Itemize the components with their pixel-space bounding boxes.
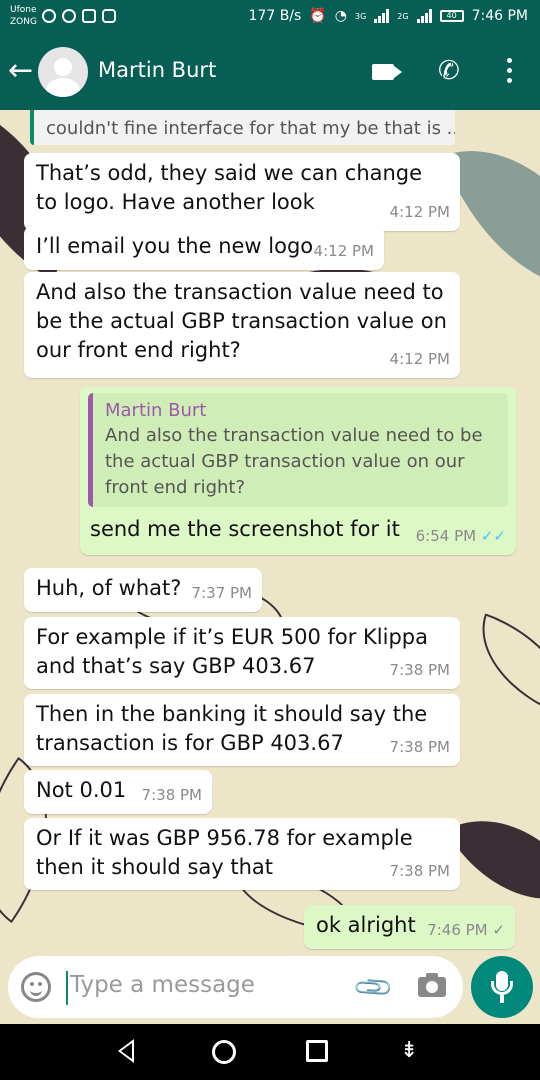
- alarm-icon: ⏰: [309, 8, 327, 24]
- message-time: 7:38 PM: [389, 661, 450, 679]
- chat-area[interactable]: couldn't fine interface for that my be t…: [0, 110, 540, 1024]
- more-vert-icon[interactable]: [500, 56, 518, 86]
- message-incoming[interactable]: Or If it was GBP 956.78 for example then…: [24, 818, 460, 890]
- double-check-read-icon: ✓✓: [480, 527, 506, 545]
- message-time: 7:38 PM: [141, 786, 202, 804]
- attach-icon[interactable]: 📎: [352, 966, 396, 1010]
- video-call-icon[interactable]: [372, 64, 394, 80]
- avatar[interactable]: [38, 47, 88, 97]
- status-right: 177 B/s ⏰ ◔ 3G 2G 40 7:46 PM: [249, 8, 528, 24]
- wallpaper-leaf: [461, 613, 540, 717]
- instagram-icon: [102, 9, 116, 23]
- nav-recents-icon[interactable]: [306, 1040, 328, 1062]
- message-text: And also the transaction value need to b…: [36, 280, 447, 362]
- message-time: 7:37 PM: [191, 584, 252, 602]
- message-input[interactable]: Type a message: [70, 972, 255, 998]
- nav-home-icon[interactable]: [212, 1040, 236, 1064]
- text-cursor: [66, 971, 68, 1005]
- network-type-1: 3G: [354, 11, 367, 21]
- nav-notifications-down-icon[interactable]: ⇟: [400, 1038, 418, 1063]
- message-outgoing[interactable]: ok alright 7:46 PM ✓: [304, 905, 515, 949]
- message-incoming[interactable]: And also the transaction value need to b…: [24, 272, 460, 378]
- message-incoming[interactable]: Huh, of what? 7:37 PM: [24, 568, 262, 612]
- phone-icon[interactable]: ✆: [438, 56, 460, 86]
- back-arrow-icon[interactable]: ←: [8, 56, 33, 86]
- wifi-icon: ◔: [334, 8, 347, 24]
- message-text: Then in the banking it should say the tr…: [36, 702, 428, 755]
- message-time: 7:38 PM: [389, 738, 450, 756]
- camera-icon[interactable]: [418, 973, 446, 997]
- quoted-sender: Martin Burt: [105, 400, 207, 421]
- message-incoming[interactable]: I’ll email you the new logo 4:12 PM: [24, 226, 384, 270]
- network-speed: 177 B/s: [248, 8, 302, 24]
- carrier-labels: Ufone ZONG: [10, 4, 37, 28]
- message-time: 4:12 PM: [389, 203, 450, 221]
- quoted-reply[interactable]: Martin Burt And also the transaction val…: [88, 393, 508, 507]
- message-text: That’s odd, they said we can change to l…: [36, 161, 423, 214]
- single-check-sent-icon: ✓: [492, 921, 505, 939]
- signal-icon: [374, 9, 390, 23]
- message-incoming[interactable]: Not 0.01 7:38 PM: [24, 770, 212, 814]
- emoji-icon[interactable]: [21, 972, 51, 1002]
- status-bar: Ufone ZONG 177 B/s ⏰ ◔ 3G 2G 40 7:46 PM: [0, 0, 540, 34]
- nav-back-icon[interactable]: [118, 1039, 134, 1063]
- voicemail-icon: [82, 9, 96, 23]
- chat-header: ← Martin Burt ✆: [0, 34, 540, 110]
- message-composer[interactable]: Type a message 📎: [8, 956, 463, 1018]
- message-time: 6:54 PM ✓✓: [415, 527, 506, 545]
- notification-icons: [42, 9, 116, 23]
- clock: 7:46 PM: [471, 8, 528, 24]
- message-time: 7:38 PM: [389, 862, 450, 880]
- carrier-1: Ufone: [10, 5, 37, 15]
- message-incoming[interactable]: Then in the banking it should say the tr…: [24, 694, 460, 766]
- carrier-2: ZONG: [10, 17, 37, 27]
- system-nav-bar: ⇟: [0, 1024, 540, 1080]
- message-text: For example if it’s EUR 500 for Klippa a…: [36, 625, 428, 678]
- mic-button[interactable]: [471, 956, 533, 1018]
- partial-quoted-message[interactable]: couldn't fine interface for that my be t…: [30, 110, 455, 145]
- message-incoming[interactable]: That’s odd, they said we can change to l…: [24, 153, 460, 231]
- message-time: 4:12 PM: [389, 350, 450, 368]
- contact-name[interactable]: Martin Burt: [98, 58, 216, 82]
- quoted-text: And also the transaction value need to b…: [105, 425, 483, 498]
- message-incoming[interactable]: For example if it’s EUR 500 for Klippa a…: [24, 617, 460, 689]
- message-text: Or If it was GBP 956.78 for example then…: [36, 826, 413, 879]
- app-notification-icon: [62, 9, 76, 23]
- network-type-2: 2G: [397, 11, 409, 21]
- message-outgoing-reply[interactable]: Martin Burt And also the transaction val…: [80, 387, 516, 555]
- message-time: 4:12 PM: [313, 242, 374, 260]
- signal-icon-2: [416, 9, 432, 23]
- battery-icon: 40: [439, 10, 464, 22]
- message-time: 7:46 PM ✓: [427, 921, 505, 939]
- whatsapp-icon: [42, 9, 56, 23]
